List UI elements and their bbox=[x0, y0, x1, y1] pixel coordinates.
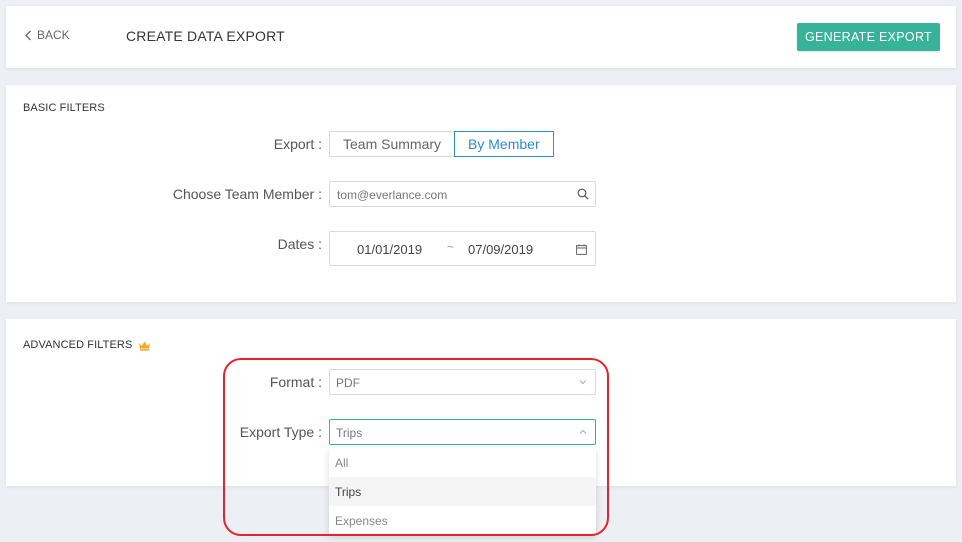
team-summary-option[interactable]: Team Summary bbox=[329, 131, 456, 157]
export-label: Export : bbox=[273, 136, 322, 152]
export-type-label: Export Type : bbox=[239, 424, 322, 440]
team-member-search-input[interactable]: tom@everlance.com bbox=[329, 181, 596, 207]
export-type-option-expenses[interactable]: Expenses bbox=[329, 506, 596, 535]
header-bar: BACK CREATE DATA EXPORT GENERATE EXPORT bbox=[6, 6, 956, 68]
export-type-option-trips[interactable]: Trips bbox=[329, 477, 596, 506]
advanced-filters-title: ADVANCED FILTERS bbox=[23, 339, 151, 351]
export-type-value: Trips bbox=[336, 426, 363, 440]
member-label: Choose Team Member : bbox=[172, 186, 322, 202]
export-type-select[interactable]: Trips bbox=[329, 419, 596, 445]
back-label: BACK bbox=[37, 28, 70, 42]
format-select[interactable]: PDF bbox=[329, 369, 596, 395]
date-end[interactable]: 07/09/2019 bbox=[468, 242, 533, 257]
crown-icon bbox=[139, 341, 151, 351]
search-icon bbox=[577, 188, 589, 200]
export-type-dropdown: All Trips Expenses bbox=[329, 448, 596, 535]
date-range-picker[interactable]: 01/01/2019 ~ 07/09/2019 bbox=[329, 231, 596, 266]
date-start[interactable]: 01/01/2019 bbox=[357, 242, 422, 257]
member-value: tom@everlance.com bbox=[337, 188, 448, 202]
back-link[interactable]: BACK bbox=[24, 28, 70, 42]
dates-label: Dates : bbox=[277, 236, 322, 252]
chevron-up-icon bbox=[579, 429, 587, 434]
generate-export-button[interactable]: GENERATE EXPORT bbox=[797, 23, 940, 51]
format-value: PDF bbox=[336, 376, 360, 390]
export-type-option-all[interactable]: All bbox=[329, 448, 596, 477]
chevron-left-icon bbox=[25, 30, 31, 40]
by-member-option[interactable]: By Member bbox=[454, 131, 554, 157]
basic-filters-card: BASIC FILTERS Export : Team Summary By M… bbox=[6, 85, 956, 302]
basic-filters-title: BASIC FILTERS bbox=[23, 102, 105, 114]
calendar-icon bbox=[576, 244, 587, 255]
format-label: Format : bbox=[269, 374, 322, 390]
page-title: CREATE DATA EXPORT bbox=[126, 28, 285, 44]
date-separator: ~ bbox=[447, 240, 455, 254]
chevron-down-icon bbox=[579, 380, 587, 385]
export-mode-toggle: Team Summary By Member bbox=[329, 131, 554, 157]
